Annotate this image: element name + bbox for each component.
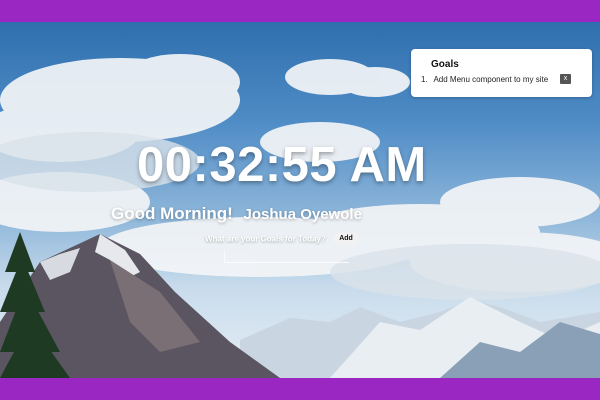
goal-input[interactable]: [224, 250, 349, 263]
goals-panel: Goals 1. Add Menu component to my site: [411, 49, 592, 97]
browser-frame: 00:32:55 AM Good Morning! Joshua Oyewole…: [0, 0, 600, 400]
greeting-name: Joshua Oyewole: [243, 206, 362, 223]
clock-time: 00:32:55 AM: [137, 138, 427, 192]
goal-prompt-row: What are your Goals for Today? Add: [205, 230, 359, 245]
goal-list-item: 1. Add Menu component to my site: [421, 75, 548, 84]
goal-item-number: 1.: [421, 75, 428, 84]
background-landscape: 00:32:55 AM Good Morning! Joshua Oyewole…: [0, 22, 600, 378]
goal-prompt: What are your Goals for Today?: [205, 234, 326, 244]
goal-item-text: Add Menu component to my site: [433, 75, 549, 84]
remove-goal-button[interactable]: x: [560, 74, 571, 84]
goals-panel-title: Goals: [431, 59, 459, 70]
greeting: Good Morning! Joshua Oyewole: [111, 204, 362, 224]
add-goal-button[interactable]: Add: [333, 232, 359, 245]
greeting-salutation: Good Morning!: [111, 204, 233, 223]
